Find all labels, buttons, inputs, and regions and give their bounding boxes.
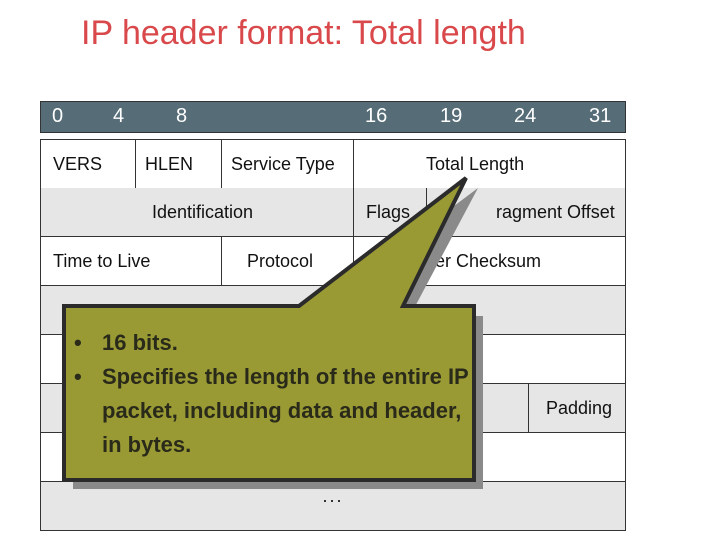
callout-bullet: Specifies the length of the entire IP pa… (72, 360, 472, 462)
callout-bullet: 16 bits. (72, 326, 472, 360)
callout-text: 16 bits. Specifies the length of the ent… (72, 326, 472, 462)
